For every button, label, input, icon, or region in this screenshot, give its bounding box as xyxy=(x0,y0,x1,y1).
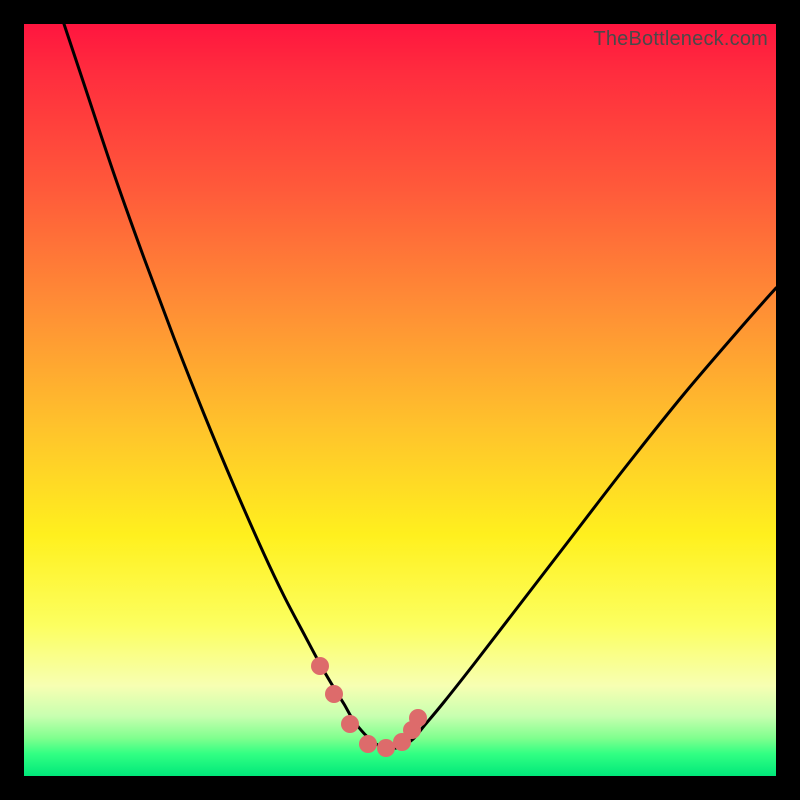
floor-marker xyxy=(359,735,377,753)
floor-marker xyxy=(409,709,427,727)
bottleneck-curve xyxy=(64,24,776,748)
floor-marker xyxy=(341,715,359,733)
watermark-text: TheBottleneck.com xyxy=(593,28,768,51)
floor-marker xyxy=(325,685,343,703)
chart-frame: TheBottleneck.com xyxy=(24,24,776,776)
floor-marker xyxy=(377,739,395,757)
floor-markers-group xyxy=(311,657,427,757)
floor-marker xyxy=(311,657,329,675)
chart-svg xyxy=(24,24,776,776)
